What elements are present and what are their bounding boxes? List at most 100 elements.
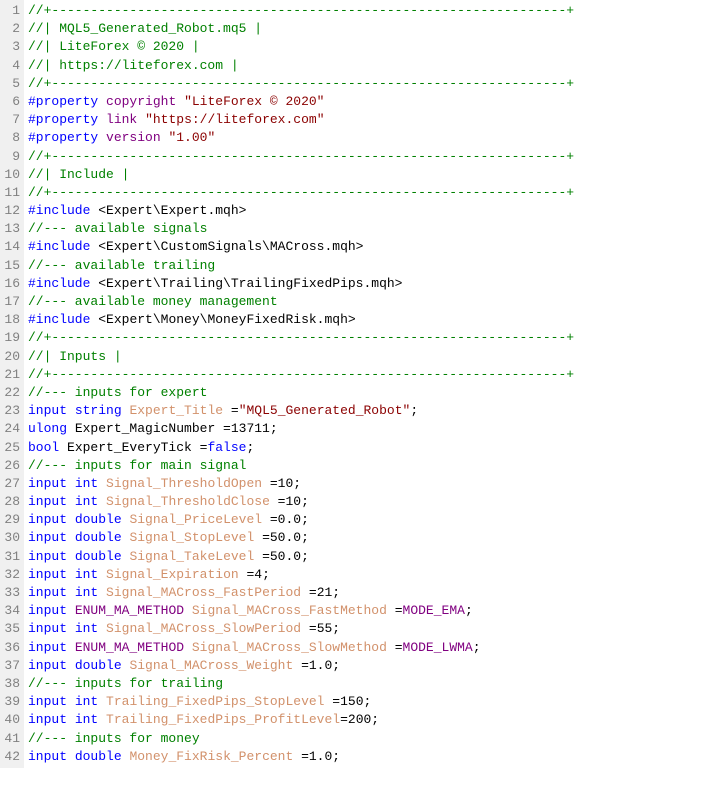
code-line[interactable]: input ENUM_MA_METHOD Signal_MACross_Slow… <box>28 639 709 657</box>
code-token: "https://liteforex.com" <box>145 112 324 127</box>
line-number: 24 <box>2 420 20 438</box>
code-token: input <box>28 549 67 564</box>
code-token <box>67 694 75 709</box>
code-token: Signal_MACross_FastMethod <box>192 603 387 618</box>
code-token: //+-------------------------------------… <box>28 76 574 91</box>
code-line[interactable]: //| https://liteforex.com | <box>28 57 709 75</box>
code-line[interactable]: #include <Expert\CustomSignals\MACross.m… <box>28 238 709 256</box>
code-line[interactable]: //+-------------------------------------… <box>28 329 709 347</box>
code-line[interactable]: input int Trailing_FixedPips_ProfitLevel… <box>28 711 709 729</box>
code-line[interactable]: //--- inputs for main signal <box>28 457 709 475</box>
code-line[interactable]: input double Money_FixRisk_Percent =1.0; <box>28 748 709 766</box>
code-content[interactable]: //+-------------------------------------… <box>24 0 709 768</box>
code-line[interactable]: input double Signal_StopLevel =50.0; <box>28 529 709 547</box>
code-line[interactable]: input int Signal_MACross_SlowPeriod =55; <box>28 620 709 638</box>
code-token: Signal_ThresholdClose <box>106 494 270 509</box>
code-token <box>184 640 192 655</box>
code-token: #property <box>28 112 98 127</box>
code-token <box>98 621 106 636</box>
code-token: = <box>387 603 403 618</box>
code-token <box>98 585 106 600</box>
line-number: 37 <box>2 657 20 675</box>
code-line[interactable]: ulong Expert_MagicNumber =13711; <box>28 420 709 438</box>
code-token: input <box>28 512 67 527</box>
line-number: 33 <box>2 584 20 602</box>
code-token: int <box>75 567 98 582</box>
line-number: 15 <box>2 257 20 275</box>
line-number: 41 <box>2 730 20 748</box>
code-line[interactable]: //--- inputs for expert <box>28 384 709 402</box>
code-token: int <box>75 585 98 600</box>
code-line[interactable]: //--- inputs for trailing <box>28 675 709 693</box>
code-line[interactable]: //| MQL5_Generated_Robot.mq5 | <box>28 20 709 38</box>
code-line[interactable]: input ENUM_MA_METHOD Signal_MACross_Fast… <box>28 602 709 620</box>
code-line[interactable]: input int Signal_ThresholdClose =10; <box>28 493 709 511</box>
line-number: 31 <box>2 548 20 566</box>
code-line[interactable]: input int Signal_MACross_FastPeriod =21; <box>28 584 709 602</box>
code-line[interactable]: //+-------------------------------------… <box>28 366 709 384</box>
code-line[interactable]: //| LiteForex © 2020 | <box>28 38 709 56</box>
code-line[interactable]: //--- available signals <box>28 220 709 238</box>
code-token: #include <box>28 239 90 254</box>
code-token: ; <box>410 403 418 418</box>
code-line[interactable]: #property copyright "LiteForex © 2020" <box>28 93 709 111</box>
line-number: 32 <box>2 566 20 584</box>
code-token: MODE_LWMA <box>403 640 473 655</box>
code-line[interactable]: input double Signal_TakeLevel =50.0; <box>28 548 709 566</box>
code-line[interactable]: #include <Expert\Money\MoneyFixedRisk.mq… <box>28 311 709 329</box>
code-token <box>98 112 106 127</box>
code-line[interactable]: //--- available trailing <box>28 257 709 275</box>
line-number: 42 <box>2 748 20 766</box>
code-line[interactable]: //| Inputs | <box>28 348 709 366</box>
line-number: 18 <box>2 311 20 329</box>
line-number: 30 <box>2 529 20 547</box>
code-token: ENUM_MA_METHOD <box>75 603 184 618</box>
line-number: 35 <box>2 620 20 638</box>
line-number: 36 <box>2 639 20 657</box>
code-token: //+-------------------------------------… <box>28 149 574 164</box>
code-token: double <box>75 530 122 545</box>
code-line[interactable]: input int Signal_ThresholdOpen =10; <box>28 475 709 493</box>
code-token: ENUM_MA_METHOD <box>75 640 184 655</box>
code-line[interactable]: input double Signal_MACross_Weight =1.0; <box>28 657 709 675</box>
code-line[interactable]: //| Include | <box>28 166 709 184</box>
code-token <box>176 94 184 109</box>
code-token: //--- available trailing <box>28 258 215 273</box>
code-line[interactable]: //--- available money management <box>28 293 709 311</box>
code-token: //| https://liteforex.com | <box>28 58 239 73</box>
line-number-gutter: 1234567891011121314151617181920212223242… <box>0 0 24 768</box>
code-token: string <box>75 403 122 418</box>
code-line[interactable]: //+-------------------------------------… <box>28 148 709 166</box>
code-line[interactable]: //+-------------------------------------… <box>28 2 709 20</box>
code-token: <Expert\CustomSignals\MACross.mqh> <box>98 239 363 254</box>
line-number: 14 <box>2 238 20 256</box>
code-token: Expert_Title <box>129 403 223 418</box>
code-line[interactable]: //--- inputs for money <box>28 730 709 748</box>
code-token: int <box>75 712 98 727</box>
code-token: Signal_MACross_FastPeriod <box>106 585 301 600</box>
code-line[interactable]: input int Trailing_FixedPips_StopLevel =… <box>28 693 709 711</box>
code-line[interactable]: input int Signal_Expiration =4; <box>28 566 709 584</box>
code-token: =1.0; <box>293 749 340 764</box>
line-number: 6 <box>2 93 20 111</box>
code-line[interactable]: //+-------------------------------------… <box>28 75 709 93</box>
code-line[interactable]: //+-------------------------------------… <box>28 184 709 202</box>
code-line[interactable]: #property version "1.00" <box>28 129 709 147</box>
code-token: =200; <box>340 712 379 727</box>
code-line[interactable]: input double Signal_PriceLevel =0.0; <box>28 511 709 529</box>
code-line[interactable]: #include <Expert\Trailing\TrailingFixedP… <box>28 275 709 293</box>
code-token: =1.0; <box>293 658 340 673</box>
code-token: input <box>28 640 67 655</box>
line-number: 13 <box>2 220 20 238</box>
code-token: input <box>28 621 67 636</box>
code-line[interactable]: input string Expert_Title ="MQL5_Generat… <box>28 402 709 420</box>
code-line[interactable]: bool Expert_EveryTick =false; <box>28 439 709 457</box>
code-token: link <box>106 112 137 127</box>
code-token: =10; <box>262 476 301 491</box>
code-token: Trailing_FixedPips_StopLevel <box>106 694 324 709</box>
code-line[interactable]: #property link "https://liteforex.com" <box>28 111 709 129</box>
code-token: <Expert\Expert.mqh> <box>98 203 246 218</box>
code-token: //| LiteForex © 2020 | <box>28 39 200 54</box>
code-token: double <box>75 549 122 564</box>
code-line[interactable]: #include <Expert\Expert.mqh> <box>28 202 709 220</box>
